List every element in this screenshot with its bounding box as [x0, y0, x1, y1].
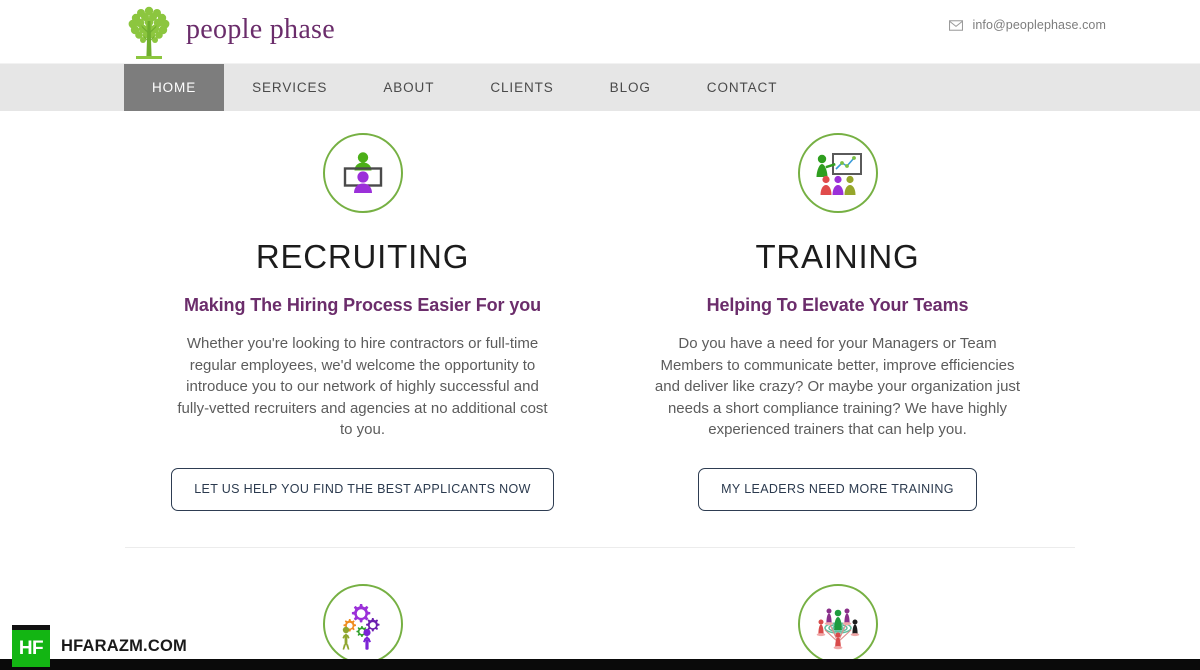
site-header: people phase info@peoplephase.com [0, 0, 1200, 64]
watermark-badge-text: HF [18, 637, 44, 659]
brand-logo-link[interactable]: people phase [122, 0, 335, 64]
nav-item-about-label: ABOUT [383, 80, 435, 95]
card-subtitle-training: Helping To Elevate Your Teams [706, 295, 969, 316]
nav-item-home[interactable]: HOME [124, 64, 225, 111]
watermark-text: HFARAZM.COM [61, 636, 187, 655]
cta-button-recruiting[interactable]: LET US HELP YOU FIND THE BEST APPLICANTS… [171, 467, 554, 511]
nav-item-home-label: HOME [152, 80, 197, 95]
service-cards-row-1: RECRUITING Making The Hiring Process Eas… [125, 133, 1075, 511]
nav-item-clients[interactable]: CLIENTS [462, 64, 581, 111]
watermark: HF HFARAZM.COM [12, 625, 187, 667]
service-card-training: TRAINING Helping To Elevate Your Teams D… [600, 133, 1075, 511]
people-gears-icon [322, 583, 403, 664]
card-subtitle-recruiting: Making The Hiring Process Easier For you [183, 295, 542, 316]
nav-item-contact-label: CONTACT [706, 80, 778, 95]
card-body-training: Do you have a need for your Managers or … [654, 335, 1021, 439]
service-card-teams [600, 583, 1075, 664]
trainer-whiteboard-audience-icon [797, 133, 878, 213]
service-card-recruiting: RECRUITING Making The Hiring Process Eas… [125, 133, 600, 511]
nav-item-clients-label: CLIENTS [490, 80, 554, 95]
card-title-recruiting: RECRUITING [255, 238, 470, 275]
presentation-desk-person-icon [322, 133, 403, 213]
nav-item-contact[interactable]: CONTACT [679, 64, 806, 111]
card-body-recruiting: Whether you're looking to hire contracto… [177, 335, 548, 439]
tree-icon [128, 6, 170, 59]
brand-name: people phase [186, 14, 335, 45]
contact-email[interactable]: info@peoplephase.com [949, 18, 1106, 32]
contact-email-text: info@peoplephase.com [972, 18, 1106, 32]
main-content: RECRUITING Making The Hiring Process Eas… [0, 111, 1200, 664]
nav-item-blog[interactable]: BLOG [582, 64, 679, 111]
nav-item-services-label: SERVICES [252, 80, 328, 95]
cta-button-training[interactable]: MY LEADERS NEED MORE TRAINING [698, 467, 977, 511]
main-navigation: HOME SERVICES ABOUT CLIENTS BLOG CONTACT [0, 64, 1200, 111]
watermark-badge: HF [12, 625, 50, 667]
page-root: people phase info@peoplephase.com HOME S… [0, 0, 1200, 670]
team-network-icon [797, 583, 878, 664]
nav-item-about[interactable]: ABOUT [355, 64, 462, 111]
service-cards-row-2 [125, 583, 1075, 664]
envelope-icon [949, 19, 964, 31]
nav-item-services[interactable]: SERVICES [224, 64, 355, 111]
nav-item-blog-label: BLOG [609, 80, 651, 95]
card-title-training: TRAINING [755, 238, 920, 275]
service-card-consulting [125, 583, 600, 664]
section-divider [125, 546, 1075, 548]
